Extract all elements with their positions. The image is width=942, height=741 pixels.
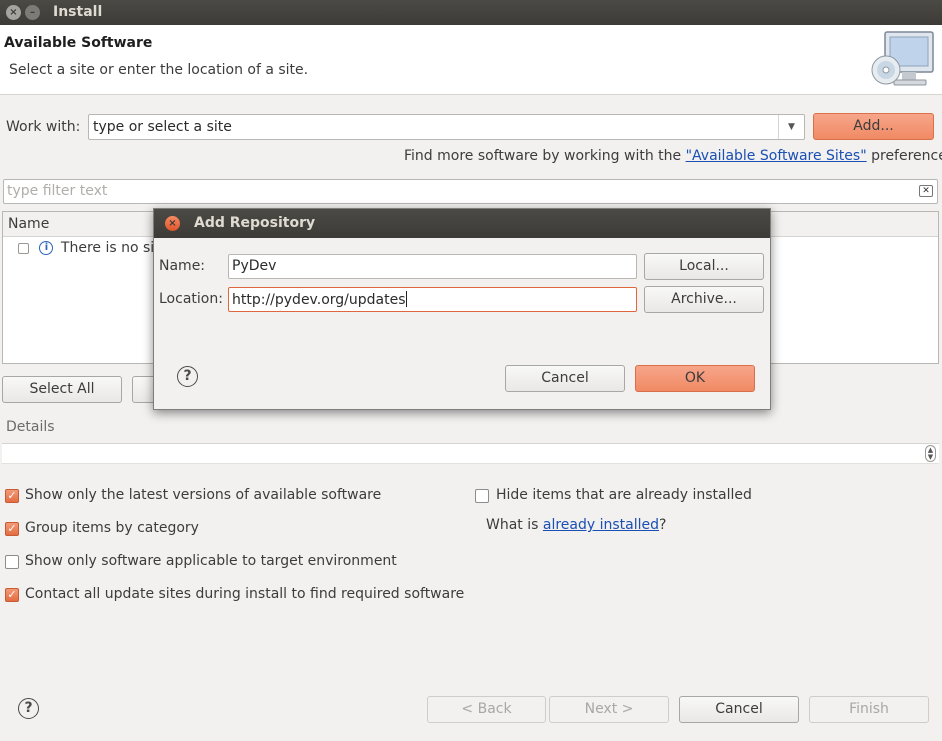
column-name-header[interactable]: Name: [8, 216, 49, 232]
cancel-button[interactable]: Cancel: [679, 696, 799, 723]
work-with-combo[interactable]: type or select a site ▼: [88, 114, 805, 140]
details-scroll-spinner[interactable]: ▲ ▼: [925, 445, 936, 462]
find-more-suffix: preferences.: [871, 148, 942, 164]
add-site-button[interactable]: Add...: [813, 113, 934, 140]
help-icon[interactable]: ?: [18, 698, 39, 719]
window-title: Install: [53, 4, 103, 20]
work-with-label: Work with:: [6, 119, 81, 135]
filter-placeholder: type filter text: [7, 183, 108, 199]
local-button[interactable]: Local...: [644, 253, 764, 280]
back-button[interactable]: < Back: [427, 696, 546, 723]
hide-installed-checkbox[interactable]: [475, 489, 489, 503]
spin-down-icon[interactable]: ▼: [926, 454, 935, 461]
repo-name-label: Name:: [159, 258, 206, 274]
dialog-cancel-button[interactable]: Cancel: [505, 365, 625, 392]
page-title: Available Software: [4, 35, 153, 51]
filter-input[interactable]: type filter text ✕: [3, 179, 938, 204]
repo-location-text: http://pydev.org/updates: [232, 292, 406, 308]
text-caret: [405, 291, 407, 307]
already-installed-link[interactable]: already installed: [543, 517, 659, 533]
tree-row[interactable]: i There is no site: [18, 240, 168, 256]
add-repository-dialog: × Add Repository Name: PyDev Local... Lo…: [153, 208, 771, 410]
details-label: Details: [6, 419, 55, 435]
repo-location-value: http://pydev.org/updates: [232, 291, 407, 308]
select-all-button[interactable]: Select All: [2, 376, 122, 403]
window-minimize-icon[interactable]: –: [25, 5, 40, 20]
contact-sites-checkbox[interactable]: ✓: [5, 588, 19, 602]
archive-button[interactable]: Archive...: [644, 286, 764, 313]
work-with-input[interactable]: type or select a site: [93, 119, 232, 135]
dialog-titlebar: × Add Repository: [154, 209, 770, 238]
info-icon: i: [39, 241, 54, 255]
hide-installed-label: Hide items that are already installed: [496, 487, 752, 503]
target-env-label: Show only software applicable to target …: [25, 553, 397, 569]
repo-name-field[interactable]: PyDev: [228, 254, 637, 279]
chevron-down-icon[interactable]: ▼: [778, 115, 804, 139]
show-latest-checkbox[interactable]: ✓: [5, 489, 19, 503]
dialog-help-icon[interactable]: ?: [177, 366, 198, 387]
group-by-category-checkbox[interactable]: ✓: [5, 522, 19, 536]
finish-button[interactable]: Finish: [809, 696, 929, 723]
wizard-header: Available Software Select a site or ente…: [0, 25, 942, 95]
show-latest-label: Show only the latest versions of availab…: [25, 487, 382, 503]
repo-name-value: PyDev: [232, 258, 277, 274]
install-monitor-cd-icon: [871, 31, 934, 86]
repo-location-field[interactable]: http://pydev.org/updates: [228, 287, 637, 312]
group-by-category-label: Group items by category: [25, 520, 199, 536]
window-close-icon[interactable]: ×: [6, 5, 21, 20]
dialog-ok-button[interactable]: OK: [635, 365, 755, 392]
repo-location-label: Location:: [159, 291, 223, 307]
target-env-checkbox[interactable]: [5, 555, 19, 569]
window-titlebar: × – Install: [0, 0, 942, 25]
find-more-prefix: Find more software by working with the: [404, 148, 686, 164]
already-installed-suffix: ?: [659, 517, 667, 533]
available-software-sites-link[interactable]: "Available Software Sites": [686, 148, 867, 164]
dialog-close-icon[interactable]: ×: [165, 216, 180, 231]
details-area: ▲ ▼: [2, 444, 939, 464]
next-button[interactable]: Next >: [549, 696, 669, 723]
dialog-title: Add Repository: [194, 215, 316, 231]
clear-filter-icon[interactable]: ✕: [919, 185, 933, 197]
tree-row-checkbox[interactable]: [18, 242, 29, 254]
page-subtitle: Select a site or enter the location of a…: [9, 62, 309, 78]
already-installed-prefix: What is: [486, 517, 543, 533]
already-installed-text: What is already installed?: [486, 517, 666, 533]
find-more-text: Find more software by working with the "…: [404, 148, 942, 164]
contact-sites-label: Contact all update sites during install …: [25, 586, 465, 602]
